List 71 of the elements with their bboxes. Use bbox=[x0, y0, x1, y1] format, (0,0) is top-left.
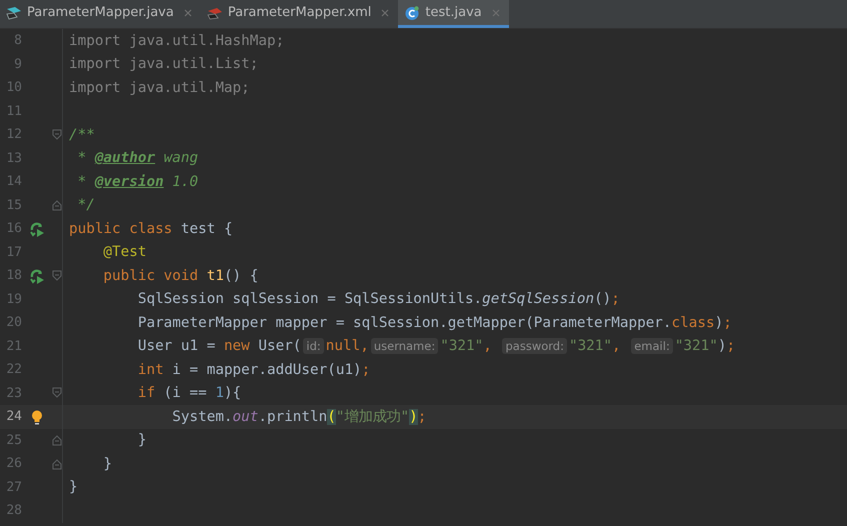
close-icon[interactable] bbox=[380, 8, 390, 18]
line-number: 21 bbox=[5, 338, 22, 354]
line-number: 27 bbox=[5, 480, 22, 495]
parameter-hint: password: bbox=[502, 338, 567, 354]
code-text: ) bbox=[718, 338, 726, 354]
code-line: } bbox=[69, 479, 78, 496]
code-text: User( bbox=[257, 338, 302, 354]
code-line: import java.util.Map; bbox=[69, 80, 250, 96]
code-line: /** bbox=[69, 126, 95, 143]
editor-tab[interactable]: test.java bbox=[398, 0, 509, 28]
line-number: 12 bbox=[5, 127, 22, 142]
code-line: */ bbox=[76, 197, 95, 214]
editor-tab[interactable]: ParameterMapper.java bbox=[0, 0, 201, 28]
code-text: "321" bbox=[568, 338, 612, 354]
code-text: ; bbox=[726, 338, 736, 354]
fold-icon[interactable] bbox=[52, 199, 62, 212]
code-line: import java.util.HashMap; bbox=[69, 32, 284, 49]
line-number: 13 bbox=[5, 150, 22, 166]
parameter-hint: id: bbox=[303, 338, 324, 354]
code-line: if (i == 1){ bbox=[136, 385, 242, 402]
lightbulb-icon[interactable] bbox=[29, 408, 45, 425]
fold-icon[interactable] bbox=[52, 434, 62, 446]
line-number: 26 bbox=[5, 456, 22, 472]
line-number: 15 bbox=[5, 198, 22, 213]
line-number: 10 bbox=[5, 80, 22, 96]
line-number: 16 bbox=[5, 221, 22, 236]
fold-icon[interactable] bbox=[52, 128, 62, 141]
run-icon[interactable] bbox=[29, 220, 45, 237]
code-text: new bbox=[224, 338, 250, 354]
code-line: SqlSession sqlSession = SqlSessionUtils.getSqlSession(); bbox=[136, 291, 620, 308]
line-number: 11 bbox=[5, 104, 22, 119]
class-file-icon bbox=[404, 4, 420, 20]
run-icon[interactable] bbox=[29, 268, 45, 284]
code-line: * @author wang bbox=[76, 150, 198, 166]
line-number: 18 bbox=[5, 268, 22, 284]
code-line: * @version 1.0 bbox=[76, 174, 198, 190]
code-line: } bbox=[136, 432, 146, 448]
code-text: , bbox=[612, 338, 622, 354]
code-line: ParameterMapper mapper = sqlSession.getMapper(ParameterMapper.class); bbox=[136, 314, 732, 331]
parameter-hint: username: bbox=[370, 338, 438, 354]
code-line: int i = mapper.addUser(u1); bbox=[136, 362, 370, 378]
line-number: 19 bbox=[5, 292, 22, 307]
line-number: 14 bbox=[5, 174, 22, 190]
line-number: 20 bbox=[5, 315, 22, 330]
code-text: User u1 = bbox=[136, 338, 216, 354]
fold-icon[interactable] bbox=[52, 387, 62, 400]
line-number: 25 bbox=[5, 432, 22, 448]
line-number: 9 bbox=[13, 56, 22, 72]
code-text: null, bbox=[326, 338, 369, 354]
close-icon[interactable] bbox=[490, 8, 501, 18]
code-line: @Test bbox=[102, 244, 146, 260]
line-number: 28 bbox=[5, 503, 22, 518]
code-line: } bbox=[102, 456, 112, 472]
line-number: 17 bbox=[5, 244, 22, 260]
line-number: 24 bbox=[5, 409, 22, 424]
editor-tab[interactable]: ParameterMapper.xml bbox=[200, 0, 398, 28]
code-line: System.out.println("增加成功"); bbox=[171, 408, 426, 426]
fold-icon[interactable] bbox=[52, 458, 62, 470]
java-file-icon bbox=[6, 4, 22, 20]
code-text: , bbox=[483, 338, 493, 354]
code-line: import java.util.List; bbox=[69, 56, 258, 72]
line-number: 22 bbox=[5, 362, 22, 378]
line-number: 23 bbox=[5, 386, 22, 401]
fold-icon[interactable] bbox=[52, 270, 62, 282]
line-number: 8 bbox=[13, 33, 22, 48]
code-text: "321" bbox=[674, 338, 718, 354]
close-icon[interactable] bbox=[182, 8, 193, 18]
code-line: public void t1() { bbox=[102, 268, 258, 284]
code-text: "321" bbox=[440, 338, 484, 354]
parameter-hint: email: bbox=[631, 338, 673, 354]
code-line: public class test { bbox=[69, 220, 233, 237]
